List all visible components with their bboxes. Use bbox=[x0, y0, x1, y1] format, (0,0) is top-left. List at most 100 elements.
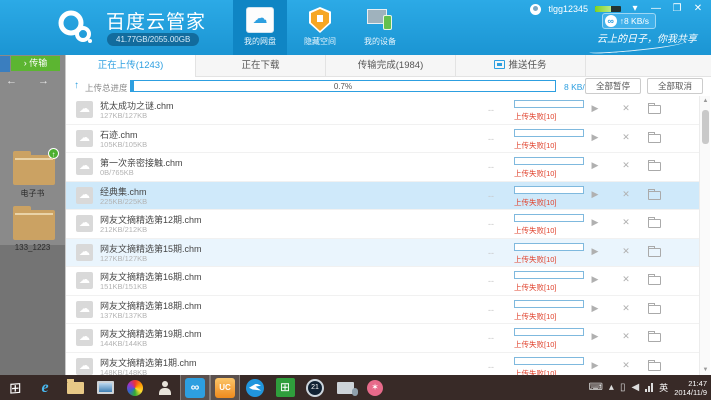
bg-nav-arrows[interactable]: ← → bbox=[6, 75, 58, 87]
open-folder-icon[interactable] bbox=[648, 191, 661, 200]
cancel-icon[interactable]: ✕ bbox=[619, 246, 633, 257]
start-button[interactable]: ⊞ bbox=[0, 375, 30, 400]
open-folder-icon[interactable] bbox=[648, 362, 661, 371]
thunder-bird-icon[interactable] bbox=[240, 375, 270, 400]
cancel-icon[interactable]: ✕ bbox=[619, 132, 633, 143]
system-tray: ⌨ ▴ ▯ ◀ 英 21:47 2014/11/9 bbox=[588, 375, 709, 400]
phone-tray-icon[interactable]: ▯ bbox=[620, 382, 626, 393]
open-folder-icon[interactable] bbox=[648, 276, 661, 285]
contacts-icon[interactable] bbox=[150, 375, 180, 400]
scroll-up-icon[interactable]: ▲ bbox=[700, 98, 711, 104]
app-header: 百度云管家 41.77GB/2055.00GB 我的网盘 隐藏空间 我的设备 t… bbox=[0, 0, 711, 55]
remote-desktop-icon[interactable] bbox=[90, 375, 120, 400]
dial-app-icon[interactable]: 21 bbox=[300, 375, 330, 400]
file-cloud-icon: ☁ bbox=[76, 215, 93, 232]
file-status: 上传失败[10] bbox=[514, 111, 557, 122]
open-folder-icon[interactable] bbox=[648, 105, 661, 114]
nav-my-drive[interactable]: 我的网盘 bbox=[233, 0, 287, 55]
floating-speed-badge[interactable]: ∞ ↑8 KB/s bbox=[602, 13, 656, 29]
upload-row[interactable]: ☁ 犹太成功之谜.chm 127KB/127KB -- 上传失败[10] ▶ ✕ bbox=[66, 96, 700, 125]
file-size: 0B/765KB bbox=[100, 168, 134, 177]
resume-icon[interactable]: ▶ bbox=[588, 189, 602, 200]
open-folder-icon[interactable] bbox=[648, 248, 661, 257]
speaker-icon[interactable]: ◀ bbox=[631, 382, 639, 393]
nav-my-devices[interactable]: 我的设备 bbox=[353, 0, 407, 55]
clock[interactable]: 21:47 2014/11/9 bbox=[674, 379, 709, 397]
restore-button[interactable]: ❐ bbox=[670, 2, 684, 16]
folder-ebooks[interactable]: ↑ bbox=[13, 155, 55, 185]
file-cloud-icon: ☁ bbox=[76, 272, 93, 289]
upload-row[interactable]: ☁ 第一次亲密接触.chm 0B/765KB -- 上传失败[10] ▶ ✕ bbox=[66, 153, 700, 182]
ie-browser-icon[interactable]: e bbox=[30, 375, 60, 400]
cancel-icon[interactable]: ✕ bbox=[619, 360, 633, 371]
user-avatar[interactable] bbox=[530, 4, 541, 15]
upload-row[interactable]: ☁ 网友文摘精选第19期.chm 144KB/144KB -- 上传失败[10]… bbox=[66, 324, 700, 353]
cancel-icon[interactable]: ✕ bbox=[619, 189, 633, 200]
bg-transfer-button[interactable]: › 传输 bbox=[11, 56, 60, 71]
folder-133-1223-label: 133_1223 bbox=[0, 243, 65, 252]
resume-icon[interactable]: ▶ bbox=[588, 217, 602, 228]
upload-row[interactable]: ☁ 网友文摘精选第16期.chm 151KB/151KB -- 上传失败[10]… bbox=[66, 267, 700, 296]
cancel-icon[interactable]: ✕ bbox=[619, 303, 633, 314]
open-folder-icon[interactable] bbox=[648, 162, 661, 171]
open-folder-icon[interactable] bbox=[648, 305, 661, 314]
upload-row[interactable]: ☁ 经典集.chm 225KB/225KB -- 上传失败[10] ▶ ✕ bbox=[66, 182, 700, 211]
green-office-icon[interactable]: ⊞ bbox=[270, 375, 300, 400]
keyboard-icon[interactable]: ⌨ bbox=[588, 382, 602, 393]
file-speed: -- bbox=[488, 105, 494, 115]
cancel-icon[interactable]: ✕ bbox=[619, 217, 633, 228]
upload-row[interactable]: ☁ 石迹.chm 105KB/105KB -- 上传失败[10] ▶ ✕ bbox=[66, 125, 700, 154]
scroll-down-icon[interactable]: ▼ bbox=[700, 367, 711, 373]
hidden-icons-chevron[interactable]: ▴ bbox=[609, 382, 614, 393]
file-status: 上传失败[10] bbox=[514, 168, 557, 179]
tab-completed[interactable]: 传输完成(1984) bbox=[326, 55, 456, 77]
open-folder-icon[interactable] bbox=[648, 333, 661, 342]
resume-icon[interactable]: ▶ bbox=[588, 160, 602, 171]
scrollbar-thumb[interactable] bbox=[702, 110, 709, 144]
network-signal-icon[interactable] bbox=[645, 383, 653, 392]
list-scrollbar[interactable]: ▲ ▼ bbox=[699, 96, 710, 375]
desktop: › 传输 ← → ↑ 电子书 133_1223 百度云管家 41.77GB/20… bbox=[0, 0, 711, 400]
resume-icon[interactable]: ▶ bbox=[588, 274, 602, 285]
cancel-icon[interactable]: ✕ bbox=[619, 331, 633, 342]
resume-icon[interactable]: ▶ bbox=[588, 303, 602, 314]
pc-tool-icon[interactable] bbox=[330, 375, 360, 400]
resume-icon[interactable]: ▶ bbox=[588, 103, 602, 114]
close-button[interactable]: ✕ bbox=[691, 2, 705, 16]
baidu-cloud-icon[interactable]: ∞ bbox=[180, 375, 210, 400]
contacts-icon bbox=[157, 380, 173, 396]
file-status: 上传失败[10] bbox=[514, 197, 557, 208]
tab-push-tasks[interactable]: 推送任务 bbox=[456, 55, 586, 77]
cancel-icon[interactable]: ✕ bbox=[619, 103, 633, 114]
baidu-cloud-logo-icon bbox=[55, 8, 97, 51]
upload-row[interactable]: ☁ 网友文摘精选第12期.chm 212KB/212KB -- 上传失败[10]… bbox=[66, 210, 700, 239]
pause-all-button[interactable]: 全部暂停 bbox=[585, 78, 641, 94]
file-cloud-icon: ☁ bbox=[76, 329, 93, 346]
cancel-all-button[interactable]: 全部取消 bbox=[647, 78, 703, 94]
ime-language-indicator[interactable]: 英 bbox=[659, 381, 668, 394]
file-progress-bar bbox=[514, 100, 584, 108]
upload-arrow-icon: ↑ bbox=[74, 80, 79, 91]
uc-browser-icon[interactable]: UC bbox=[210, 375, 240, 400]
file-explorer-icon[interactable] bbox=[60, 375, 90, 400]
open-folder-icon[interactable] bbox=[648, 219, 661, 228]
cancel-icon[interactable]: ✕ bbox=[619, 160, 633, 171]
resume-icon[interactable]: ▶ bbox=[588, 360, 602, 371]
wireless-tool-icon[interactable]: ✶ bbox=[360, 375, 390, 400]
resume-icon[interactable]: ▶ bbox=[588, 132, 602, 143]
bg-toolbar-icon[interactable] bbox=[0, 56, 10, 72]
media-pinwheel-icon[interactable] bbox=[120, 375, 150, 400]
nav-hidden-space[interactable]: 隐藏空间 bbox=[293, 0, 347, 55]
username[interactable]: tlgg12345 bbox=[548, 4, 588, 14]
upload-row[interactable]: ☁ 网友文摘精选第1期.chm 148KB/148KB -- 上传失败[10] … bbox=[66, 353, 700, 376]
cancel-icon[interactable]: ✕ bbox=[619, 274, 633, 285]
resume-icon[interactable]: ▶ bbox=[588, 246, 602, 257]
tab-uploading[interactable]: 正在上传(1243) bbox=[66, 55, 196, 77]
open-folder-icon[interactable] bbox=[648, 134, 661, 143]
uc-browser-icon: UC bbox=[215, 378, 235, 398]
tab-downloading[interactable]: 正在下载 bbox=[196, 55, 326, 77]
upload-row[interactable]: ☁ 网友文摘精选第15期.chm 127KB/127KB -- 上传失败[10]… bbox=[66, 239, 700, 268]
resume-icon[interactable]: ▶ bbox=[588, 331, 602, 342]
upload-row[interactable]: ☁ 网友文摘精选第18期.chm 137KB/137KB -- 上传失败[10]… bbox=[66, 296, 700, 325]
folder-133-1223[interactable] bbox=[13, 210, 55, 240]
